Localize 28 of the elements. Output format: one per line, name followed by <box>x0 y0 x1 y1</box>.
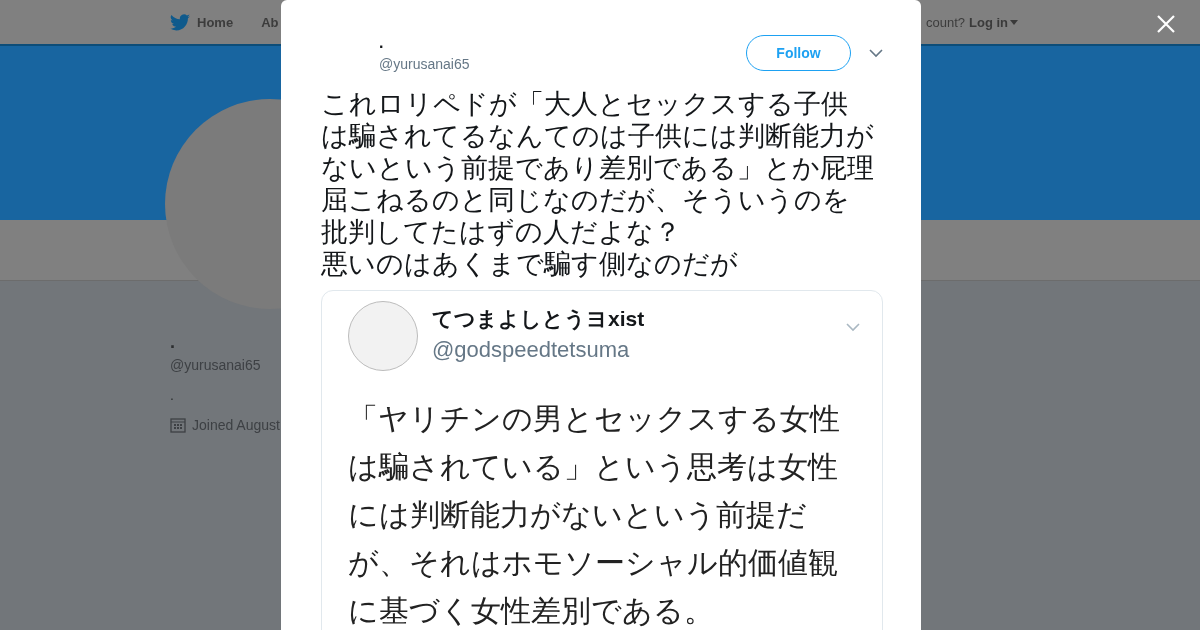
author-name: てつまよしとうヨxist <box>432 306 646 333</box>
follow-button[interactable]: Follow <box>746 35 851 71</box>
user-name: . <box>379 34 385 52</box>
quoted-text-line: が、それはホモソーシャル的価値観 <box>348 545 838 581</box>
tweet-text-line: は騙されてるなんてのは子供には判断能力が <box>321 120 874 152</box>
close-icon[interactable] <box>1157 15 1175 33</box>
tweet-text-line: 屈こねるのと同じなのだが、そういうのを <box>321 184 850 216</box>
tweet-text-line: 批判してたはずの人だよな？ <box>321 216 681 248</box>
profile-name: . <box>170 333 176 351</box>
account-prompt: count? <box>926 15 966 30</box>
bird-icon <box>170 13 190 31</box>
login-link[interactable]: Log in <box>969 15 1019 30</box>
user-handle: @yurusanai65 <box>379 56 471 72</box>
profile-bio: . <box>170 387 175 403</box>
calendar-icon <box>170 417 186 433</box>
quoted-text-line: に基づく女性差別である。 <box>348 593 714 629</box>
author-handle: @godspeedtetsuma <box>432 337 631 363</box>
chevron-icon[interactable] <box>869 48 883 58</box>
home-link[interactable]: Home <box>170 13 234 31</box>
tweet-text-line: 悪いのはあくまで騙す側なのだが <box>321 248 738 280</box>
nav-link[interactable]: Ab <box>261 14 279 30</box>
caret-icon <box>1010 20 1019 25</box>
quoted-text-line: には判断能力がないという前提だ <box>348 497 807 533</box>
chevron-icon[interactable] <box>846 323 860 332</box>
quoted-text-line: は騙されている」という思考は女性 <box>348 449 838 485</box>
tweet-text-line: ないという前提であり差別である」とか屁理 <box>321 152 874 184</box>
quoted-text-line: 「ヤリチンの男とセックスする女性 <box>348 401 840 437</box>
tweet-text-line: これロリペドが「大人とセックスする子供 <box>321 88 848 120</box>
